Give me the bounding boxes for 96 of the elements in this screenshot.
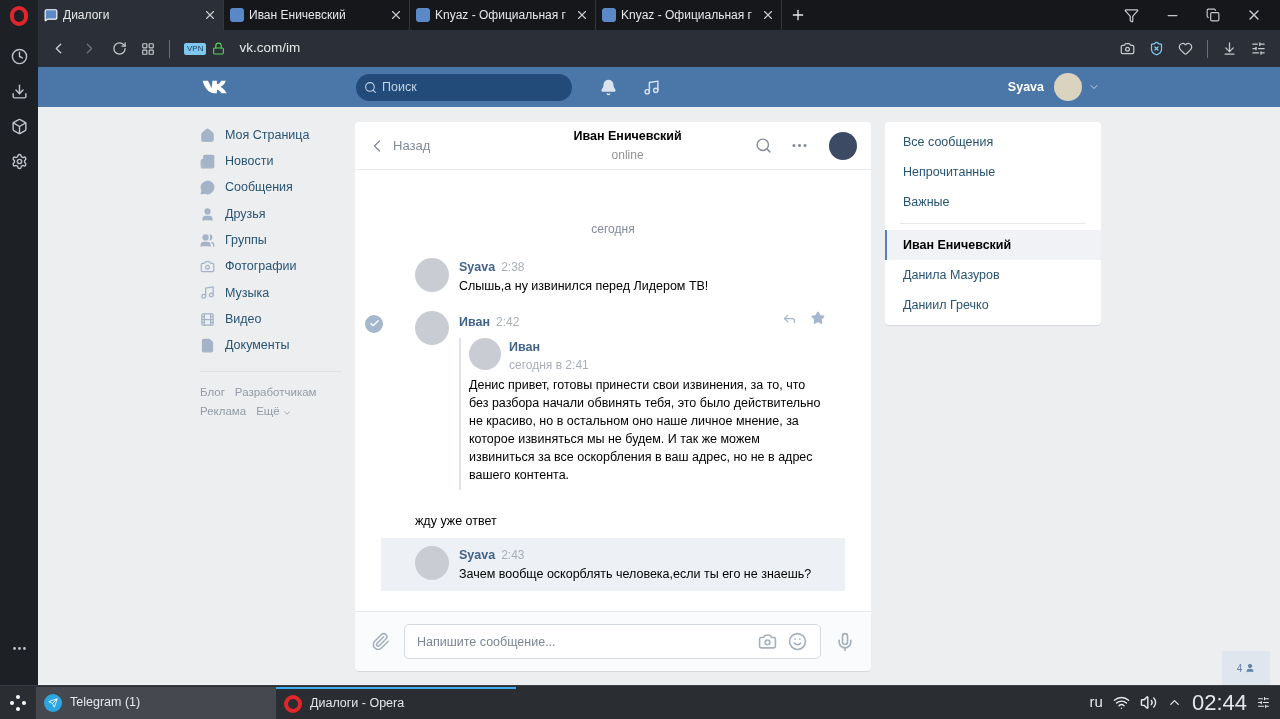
- vk-tab-icon: [416, 8, 430, 22]
- music-note-icon[interactable]: [643, 78, 660, 96]
- date-separator: сегодня: [590, 221, 636, 238]
- check-icon[interactable]: [365, 314, 383, 333]
- close-icon[interactable]: [761, 8, 775, 22]
- avatar: [469, 337, 501, 370]
- speech-bubble-icon: [200, 180, 215, 196]
- nav-link[interactable]: Друзья: [225, 204, 266, 224]
- people-icon: [200, 232, 215, 248]
- nav-link[interactable]: Новости: [225, 152, 274, 171]
- author-name[interactable]: Иван: [459, 312, 490, 332]
- message-text: жду уже ответ: [415, 513, 498, 531]
- forwarded-text: Денис привет, готовы принести свои извинения, за то, что без разбора начали обвинять тебя, это было действительно не красиво, но в остальном оно наше личное мнение, за которое извиняться мы не будем. И так же можем извиниться за все оскорбления в ваш адрес, но не в адрес вашего контента.: [469, 377, 821, 485]
- film-icon: [200, 311, 215, 327]
- filter-item[interactable]: Непрочитанные: [885, 157, 1101, 187]
- music-note-icon: [200, 285, 215, 301]
- vpn-badge[interactable]: VPN: [184, 42, 207, 55]
- message-time: 2:38: [501, 259, 525, 276]
- person-icon: [200, 206, 215, 222]
- nav-link[interactable]: Документы: [225, 336, 290, 355]
- window-title: Telegram (1): [70, 694, 141, 712]
- news-icon: [200, 153, 215, 169]
- taskbar-item[interactable]: Telegram (1): [36, 686, 276, 719]
- close-icon[interactable]: [389, 8, 403, 22]
- camera-icon: [200, 259, 215, 275]
- lock-icon: [212, 42, 226, 55]
- chat-icon: [44, 8, 58, 22]
- forwarded-time: сегодня в 2:41: [509, 357, 589, 375]
- user-name[interactable]: Syava: [1007, 77, 1044, 97]
- avatar[interactable]: [829, 131, 857, 160]
- address-field[interactable]: vk.com/im: [239, 38, 301, 59]
- window-title: Диалоги - Opera: [310, 695, 405, 713]
- vk-tab-icon: [602, 8, 616, 22]
- settings-icon[interactable]: [10, 153, 28, 170]
- shield-icon[interactable]: [1149, 41, 1164, 56]
- tab-title: Иван Еничевский: [249, 7, 347, 24]
- tab-title: Диалоги: [63, 7, 111, 24]
- keyboard-layout[interactable]: ru: [1089, 691, 1103, 714]
- grid-icon[interactable]: [141, 41, 155, 56]
- tab-title: Knyaz - Официальная г: [621, 7, 753, 24]
- nav-link[interactable]: Группы: [225, 230, 267, 250]
- chat-title[interactable]: Иван Еничевский: [573, 127, 682, 146]
- bell-icon[interactable]: [600, 78, 617, 96]
- heart-icon[interactable]: [1178, 41, 1193, 56]
- dialog-item[interactable]: Даниил Гречко: [885, 290, 1101, 320]
- camera-icon[interactable]: [1120, 41, 1135, 56]
- filter-item[interactable]: Все сообщения: [885, 127, 1101, 157]
- star-icon[interactable]: [811, 310, 825, 325]
- search-field[interactable]: Поиск: [356, 73, 572, 101]
- browser-tab[interactable]: Диалоги: [38, 0, 224, 30]
- forwarded-author[interactable]: Иван: [509, 337, 589, 357]
- avatar: [415, 258, 449, 292]
- search-icon[interactable]: [755, 137, 772, 154]
- clock[interactable]: 02:44: [1191, 686, 1247, 719]
- tab-title: Knyaz - Официальная г: [435, 7, 567, 24]
- wifi-icon[interactable]: [1112, 694, 1130, 711]
- nav-link[interactable]: Музыка: [225, 283, 270, 303]
- paper-plane-icon: [44, 693, 62, 712]
- taskbar-item[interactable]: Диалоги - Opera: [276, 686, 516, 719]
- back-button[interactable]: Назад: [367, 135, 431, 156]
- search-icon: [364, 80, 377, 94]
- download-icon[interactable]: [1222, 41, 1237, 56]
- message-text: Слышь,а ну извинился перед Лидером ТВ!: [459, 277, 710, 295]
- dialog-item[interactable]: Данила Мазуров: [885, 260, 1101, 290]
- reload-icon[interactable]: [112, 41, 127, 56]
- cube-icon[interactable]: [10, 118, 28, 135]
- message-time: 2:42: [496, 313, 520, 331]
- nav-link[interactable]: Моя Страница: [225, 125, 310, 145]
- message-text: Зачем вообще оскорблять человека,если ты его не знаешь?: [459, 566, 813, 583]
- filter-item[interactable]: Важные: [885, 187, 1101, 217]
- person-icon: [1245, 663, 1256, 673]
- dialog-item[interactable]: Иван Еничевский: [885, 230, 1101, 260]
- avatar: [415, 546, 449, 581]
- opera-logo-icon[interactable]: [10, 6, 28, 26]
- message-time: 2:43: [501, 547, 525, 565]
- settings-icon[interactable]: [1251, 41, 1266, 56]
- history-icon[interactable]: [10, 48, 28, 65]
- speaker-icon[interactable]: [1139, 694, 1157, 711]
- opera-logo-icon: [284, 694, 302, 713]
- new-tab-icon[interactable]: [790, 7, 806, 23]
- settings-icon[interactable]: [1257, 696, 1270, 709]
- close-icon[interactable]: [203, 8, 217, 22]
- online-status: online: [611, 146, 644, 164]
- paperclip-icon[interactable]: [371, 632, 390, 651]
- document-icon: [200, 338, 215, 353]
- restore-icon[interactable]: [1206, 8, 1220, 22]
- author-name[interactable]: Syava: [459, 258, 496, 277]
- close-icon[interactable]: [575, 8, 589, 22]
- avatar: [415, 310, 449, 345]
- vk-tab-icon: [230, 8, 244, 22]
- download-icon[interactable]: [10, 83, 28, 100]
- nav-link[interactable]: Видео: [225, 309, 262, 329]
- nav-link[interactable]: Фотографии: [225, 257, 297, 276]
- author-name[interactable]: Syava: [459, 546, 496, 565]
- home-icon: [200, 127, 215, 143]
- nav-link[interactable]: Сообщения: [225, 178, 293, 198]
